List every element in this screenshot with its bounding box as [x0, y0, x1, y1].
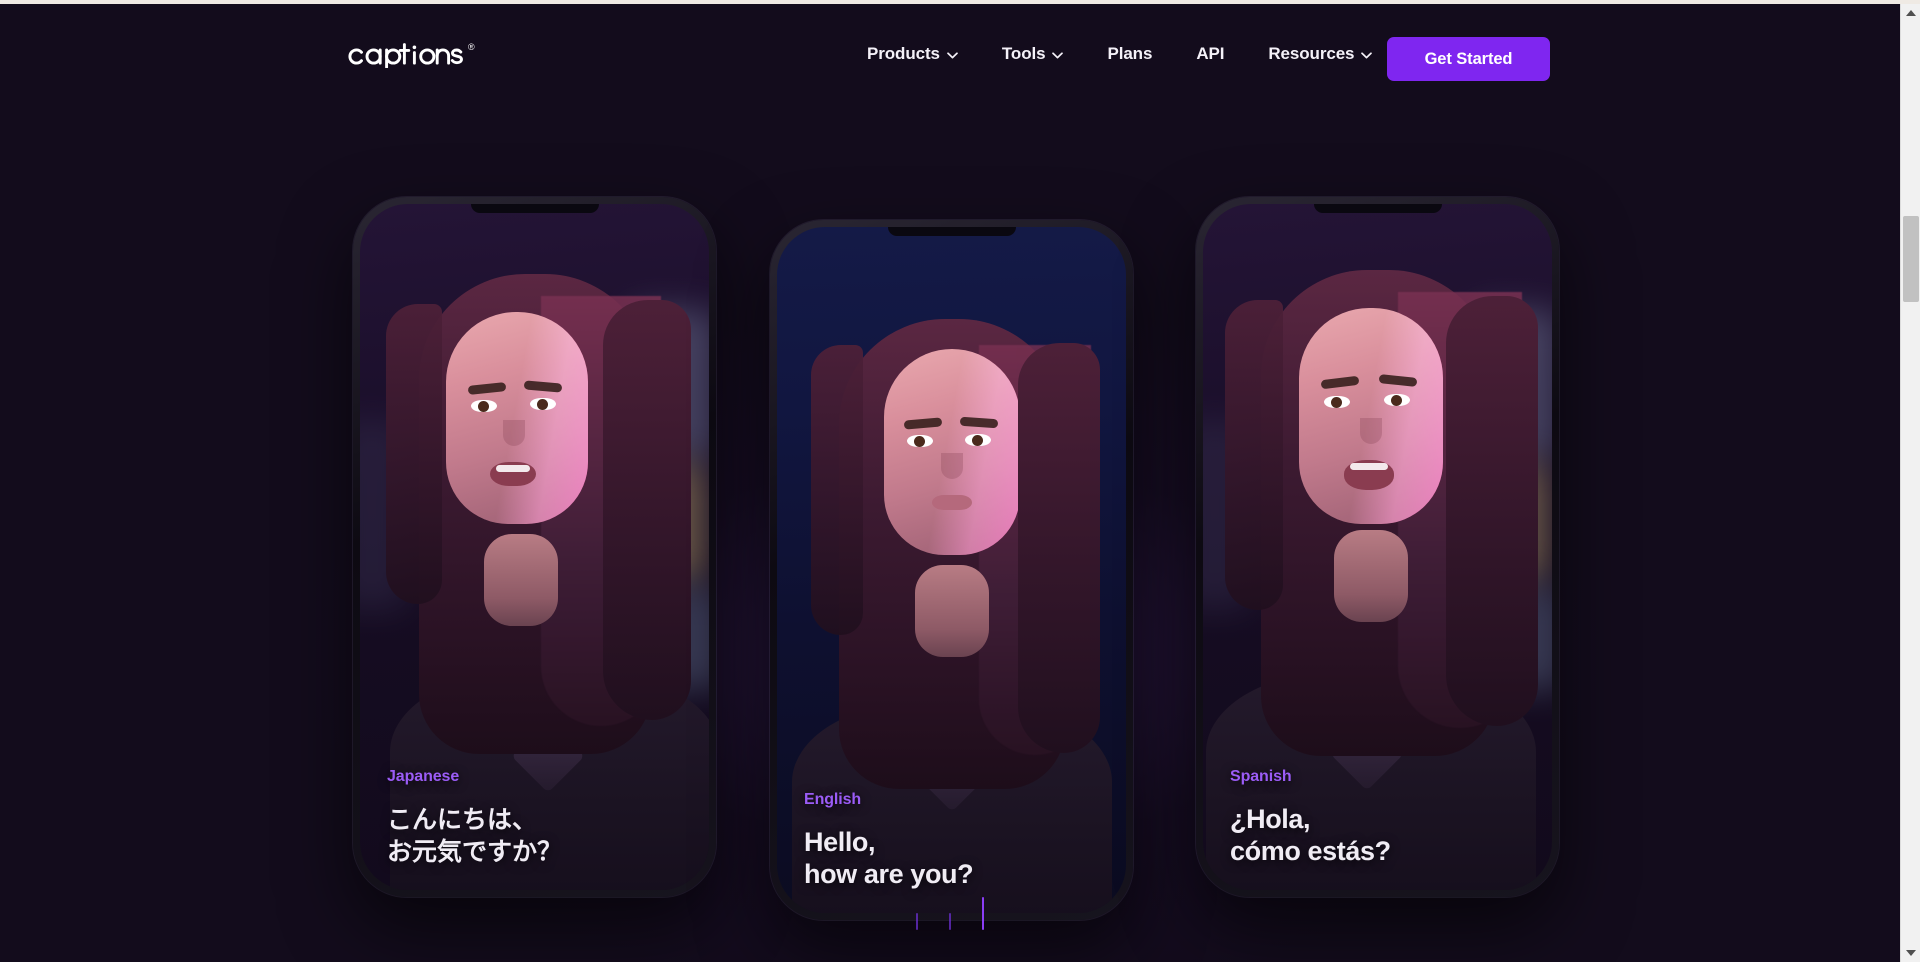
letter-i-dot [412, 45, 417, 50]
carousel-indicator [0, 890, 1900, 930]
nav-label-products: Products [867, 44, 940, 63]
scrollbar-thumb[interactable] [1903, 216, 1919, 302]
caption-overlay-spanish: Spanish ¿Hola, cómo estás? [1230, 768, 1391, 868]
nav-item-resources[interactable]: Resources [1246, 36, 1394, 72]
phone-notch [887, 227, 1016, 236]
captions-logo[interactable]: ® [348, 42, 475, 70]
caption-overlay-japanese: Japanese こんにちは、 お元気ですか？ [387, 768, 562, 868]
phone-notch [470, 204, 599, 213]
page-canvas: ® Products Tools Plans API Resources Get… [0, 4, 1900, 962]
phone-notch [1313, 204, 1442, 213]
nav-label-resources: Resources [1268, 44, 1355, 63]
captions-wordmark-icon [348, 43, 463, 68]
main-navigation: Products Tools Plans API Resources [845, 4, 1394, 104]
phone-screen-japanese: Japanese こんにちは、 お元気ですか？ [360, 204, 709, 890]
scroll-down-arrow-icon[interactable] [1901, 944, 1920, 962]
caption-text: こんにちは、 お元気ですか？ [387, 806, 563, 866]
phone-mockup-english[interactable]: English Hello, how are you? [770, 220, 1133, 920]
carousel-tick-2[interactable] [949, 913, 951, 930]
chevron-down-icon [1052, 51, 1064, 59]
carousel-tick-1[interactable] [916, 913, 918, 930]
nav-item-plans[interactable]: Plans [1085, 36, 1174, 72]
phone-screen-spanish: Spanish ¿Hola, cómo estás? [1203, 204, 1552, 890]
language-label: English [804, 791, 862, 809]
nav-item-products[interactable]: Products [845, 36, 980, 72]
caption-text: ¿Hola, cómo estás? [1230, 804, 1391, 867]
language-label: Spanish [1230, 768, 1292, 786]
chevron-down-icon [1361, 51, 1373, 59]
nav-item-tools[interactable]: Tools [980, 36, 1086, 72]
browser-scrollbar[interactable] [1900, 4, 1920, 962]
scroll-up-arrow-icon[interactable] [1901, 4, 1920, 22]
caption-overlay-english: English Hello, how are you? [804, 791, 974, 891]
phone-mockup-japanese[interactable]: Japanese こんにちは、 お元気ですか？ [353, 197, 716, 897]
nav-item-api[interactable]: API [1174, 36, 1246, 72]
phone-showcase: Japanese こんにちは、 お元気ですか？ English Hello, h… [0, 154, 1900, 920]
language-label: Japanese [387, 768, 460, 785]
nav-label-tools: Tools [1001, 44, 1046, 63]
nav-label-plans: Plans [1107, 44, 1153, 63]
nav-label-api: API [1196, 44, 1225, 63]
site-header: ® Products Tools Plans API Resources Get… [0, 4, 1900, 104]
phone-mockup-spanish[interactable]: Spanish ¿Hola, cómo estás? [1196, 197, 1559, 897]
carousel-tick-3-active[interactable] [982, 897, 984, 930]
chevron-down-icon [947, 51, 958, 59]
phone-screen-english: English Hello, how are you? [777, 227, 1126, 913]
caption-text: Hello, how are you? [804, 827, 974, 890]
get-started-button[interactable]: Get Started [1387, 37, 1550, 81]
trademark-symbol: ® [468, 42, 475, 52]
